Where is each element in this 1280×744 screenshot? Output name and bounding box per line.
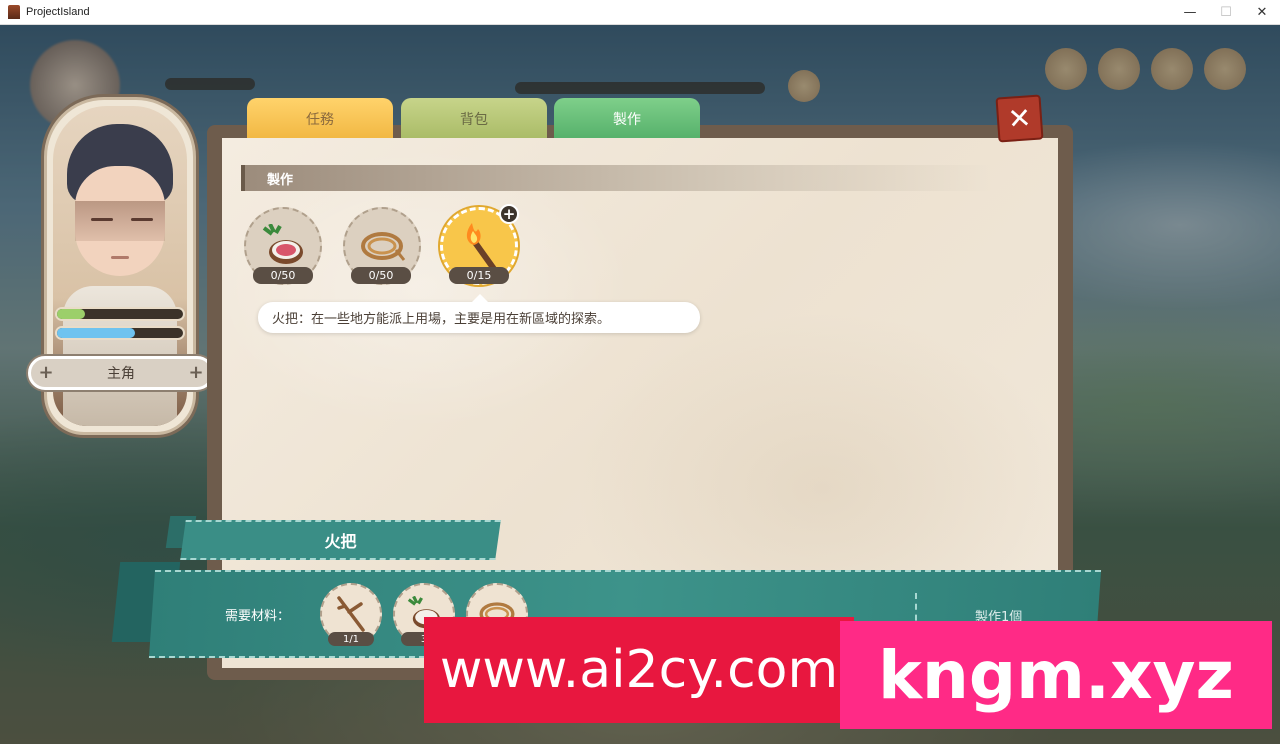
stick-icon (337, 596, 365, 632)
plus-icon[interactable]: + (37, 364, 55, 382)
health-bar (55, 307, 185, 321)
watermark-banner-right: kngm.xyz (840, 621, 1272, 729)
window-close-button[interactable]: ✕ (1244, 0, 1280, 25)
hud-menu-icon (1045, 48, 1087, 90)
section-title: 製作 (267, 172, 294, 188)
watermark-banner-left: www.ai2cy.com (424, 617, 854, 723)
recipe-count: 0/50 (253, 267, 313, 284)
window-titlebar: ProjectIsland — ☐ ✕ (0, 0, 1280, 25)
coconut-icon (262, 224, 303, 264)
item-description-tooltip: 火把：在一些地方能派上用場，主要是用在新區域的探索。 (258, 294, 700, 333)
tab-backpack[interactable]: 背包 (401, 98, 547, 140)
add-icon[interactable]: + (499, 204, 519, 224)
app-icon (8, 5, 20, 19)
maximize-button[interactable]: ☐ (1208, 0, 1244, 25)
hud-menu-icon (1151, 48, 1193, 90)
torch-icon (466, 223, 497, 272)
required-materials-label: 需要材料： (225, 609, 291, 624)
recipe-count: 0/15 (449, 267, 509, 284)
stamina-bar-fill (57, 328, 136, 338)
hud-bar (165, 78, 255, 90)
hud-menu-icon (1204, 48, 1246, 90)
rope-icon (361, 232, 406, 261)
selected-item-name: 火把 (324, 532, 357, 551)
window-controls: — ☐ ✕ (1172, 0, 1280, 25)
tab-crafting[interactable]: 製作 (554, 98, 700, 140)
close-panel-button[interactable]: ✕ (995, 94, 1044, 143)
section-header: 製作 (241, 165, 991, 191)
hud-menu-icon (1098, 48, 1140, 90)
tab-quests[interactable]: 任務 (247, 98, 393, 140)
hud-menu-icon (788, 70, 820, 102)
minimize-button[interactable]: — (1172, 0, 1208, 25)
hud-bar (515, 82, 765, 94)
character-name-plate[interactable]: + 主角 + (28, 356, 214, 390)
window-title: ProjectIsland (26, 6, 90, 18)
recipe-count: 0/50 (351, 267, 411, 284)
character-name: 主角 (107, 366, 135, 382)
material-count: 1/1 (328, 632, 374, 646)
stamina-bar (55, 326, 185, 340)
health-bar-fill (57, 309, 85, 319)
plus-icon[interactable]: + (187, 364, 205, 382)
